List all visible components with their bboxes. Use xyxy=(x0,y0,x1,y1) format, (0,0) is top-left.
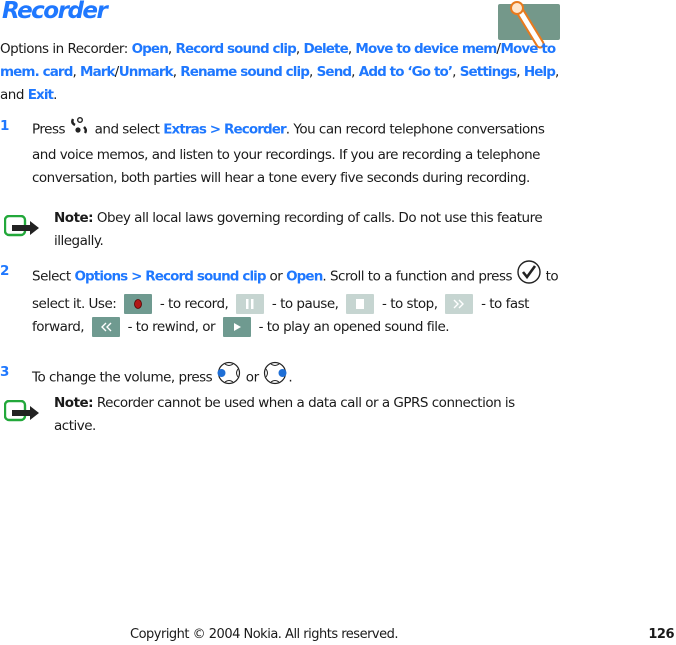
step-text: - to record, xyxy=(156,295,233,312)
select-key-icon xyxy=(516,260,542,293)
step-text: - to pause, xyxy=(268,295,343,312)
step-text: or xyxy=(242,369,263,386)
step-text: or xyxy=(265,268,287,285)
option-exit: Exit xyxy=(27,87,54,103)
page-title: Recorder xyxy=(2,0,108,24)
step-text: - to stop, xyxy=(378,295,442,312)
note-label: Note: xyxy=(54,395,94,411)
note-2: Note: Recorder cannot be used when a dat… xyxy=(0,392,560,438)
option-delete: Delete xyxy=(303,41,348,57)
page-number: 126 xyxy=(648,627,674,642)
option-rename-sound-clip: Rename sound clip xyxy=(180,64,310,80)
microphone-icon xyxy=(498,1,560,49)
option-open: Open xyxy=(131,41,169,57)
note-text: Obey all local laws governing recording … xyxy=(54,210,543,249)
menu-path-open: Open xyxy=(286,268,323,285)
play-button-icon xyxy=(222,317,251,337)
pause-button-icon xyxy=(236,293,265,314)
note-label: Note: xyxy=(54,210,94,226)
separator: , xyxy=(351,64,359,80)
step-1: 1 Press and select Extras > Recorder. Yo… xyxy=(0,115,560,191)
separator: , xyxy=(452,64,460,80)
menu-path-extras-recorder: Extras > Recorder xyxy=(163,121,286,138)
step-number: 3 xyxy=(0,364,9,380)
separator: , xyxy=(516,64,524,80)
step-2: 2 Select Options > Record sound clip or … xyxy=(0,260,560,340)
note-icon xyxy=(3,214,40,245)
separator: , xyxy=(167,41,176,57)
options-intro: Options in Recorder: Open, Record sound … xyxy=(0,38,560,107)
step-text: Press xyxy=(32,121,69,138)
separator: , xyxy=(72,64,81,80)
menu-key-icon xyxy=(69,115,91,144)
step-text: . Scroll to a function and press xyxy=(322,268,516,285)
step-text: - to play an opened sound file. xyxy=(254,319,450,335)
fast-forward-button-icon xyxy=(445,293,474,314)
option-help: Help xyxy=(523,64,556,80)
stop-button-icon xyxy=(346,293,375,314)
rewind-button-icon xyxy=(91,317,120,337)
step-number: 2 xyxy=(0,263,9,279)
option-move-to-device-mem: Move to device mem xyxy=(355,41,497,57)
step-text: To change the volume, press xyxy=(32,369,217,386)
record-button-icon xyxy=(124,293,153,314)
note-1: Note: Obey all local laws governing reco… xyxy=(0,207,560,253)
option-mark: Mark xyxy=(80,64,115,80)
menu-path-record-sound-clip: Options > Record sound clip xyxy=(74,268,266,285)
step-text: Select xyxy=(32,268,75,285)
copyright-footer: Copyright © 2004 Nokia. All rights reser… xyxy=(130,627,399,642)
separator: , xyxy=(309,64,317,80)
step-number: 1 xyxy=(0,118,9,134)
option-settings: Settings xyxy=(459,64,517,80)
step-text: - to rewind, or xyxy=(123,319,219,335)
note-icon xyxy=(3,399,40,430)
option-unmark: Unmark xyxy=(118,64,174,80)
intro-label: Options in Recorder: xyxy=(0,41,132,57)
step-text: . xyxy=(288,369,293,386)
note-text: Recorder cannot be used when a data call… xyxy=(54,395,515,434)
separator: . xyxy=(53,87,57,103)
scroll-right-key-icon xyxy=(262,361,288,394)
step-text: and select xyxy=(90,121,164,138)
scroll-left-key-icon xyxy=(216,361,242,394)
step-3: 3 To change the volume, press or . xyxy=(0,361,560,394)
option-add-to-go-to: Add to ‘Go to’ xyxy=(358,64,453,80)
option-send: Send xyxy=(316,64,352,80)
option-record-sound-clip: Record sound clip xyxy=(175,41,297,57)
